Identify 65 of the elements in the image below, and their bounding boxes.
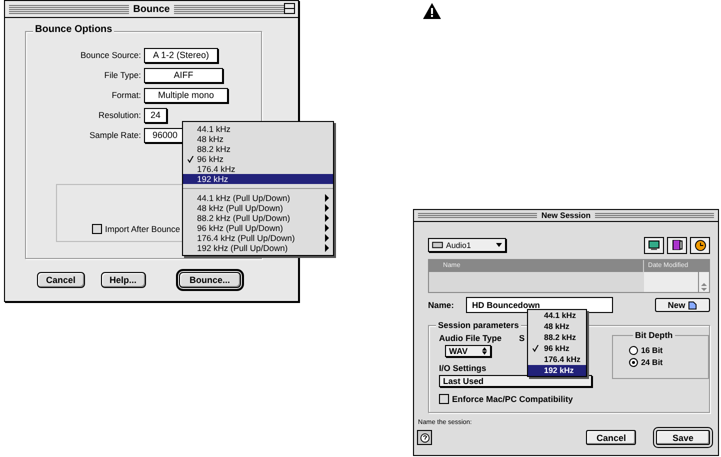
checkbox[interactable]: Enforce Mac/PC Compatibility [439, 394, 709, 404]
radio-label[interactable]: 24 Bit [640, 358, 663, 367]
popup-menu[interactable]: WAV [445, 345, 491, 357]
menu-item[interactable]: 44.1 kHz [528, 310, 586, 321]
group-title: Bounce Options [33, 24, 114, 35]
field-label: File Type: [103, 70, 142, 80]
menu-item[interactable]: 176.4 kHz [183, 164, 333, 174]
menu-item[interactable]: 96 kHz [183, 154, 333, 164]
field-label: Resolution: [97, 110, 142, 120]
group-title: Session parameters [436, 320, 521, 330]
popup-menu[interactable]: AIFF [144, 68, 223, 82]
check-icon [187, 156, 194, 163]
button[interactable]: Help... [100, 272, 146, 288]
field-label: Name: [428, 300, 455, 310]
help-icon[interactable] [417, 430, 432, 445]
field-label: Sample Rate: [88, 130, 142, 140]
radio-button[interactable] [628, 358, 638, 367]
button[interactable]: Cancel [37, 272, 85, 288]
menu-item[interactable]: 176.4 kHz (Pull Up/Down) [183, 233, 333, 243]
scroll-arrows-icon[interactable] [701, 282, 707, 292]
menu-item[interactable]: 192 kHz (Pull Up/Down) [183, 243, 333, 253]
clock-icon[interactable] [690, 236, 710, 254]
document-icon [688, 300, 698, 310]
drive-icon [432, 241, 443, 249]
field-label: I/O Settings [439, 363, 486, 373]
popup-menu[interactable]: 24 [144, 108, 167, 122]
warning-icon [423, 3, 441, 19]
menu-item[interactable]: 96 kHz [528, 343, 586, 354]
window-title: New Session [537, 211, 595, 220]
group-title: Bit Depth [632, 330, 675, 340]
check-icon [532, 345, 539, 352]
checkbox[interactable]: Import After Bounce [92, 224, 180, 234]
radio-label[interactable]: 16 Bit [640, 346, 663, 355]
menu-item[interactable]: 96 kHz (Pull Up/Down) [183, 223, 333, 233]
field-label: Audio File Type [439, 333, 503, 343]
stepper-arrows-icon [482, 347, 487, 355]
menu-item[interactable]: 88.2 kHz [183, 144, 333, 154]
popup-menu[interactable]: A 1-2 (Stereo) [144, 48, 218, 62]
menu-item[interactable]: 88.2 kHz [528, 332, 586, 343]
menu-item[interactable]: 48 kHz (Pull Up/Down) [183, 203, 333, 213]
field-label: Format: [110, 90, 142, 100]
button[interactable]: Cancel [586, 430, 636, 445]
field-label: S [519, 333, 525, 343]
default-button[interactable]: Bounce... [178, 272, 242, 288]
menu-item[interactable]: 192 kHz [528, 365, 586, 376]
scrollbar[interactable] [698, 272, 709, 292]
radio-button[interactable] [628, 346, 638, 355]
new-button[interactable]: New [655, 298, 710, 312]
menu-item[interactable]: 192 kHz [183, 174, 333, 184]
window-title: Bounce [129, 4, 174, 14]
menu-item[interactable]: 88.2 kHz (Pull Up/Down) [183, 213, 333, 223]
default-button[interactable]: Save [656, 430, 710, 445]
menu-item[interactable]: 176.4 kHz [528, 354, 586, 365]
name-field[interactable]: HD Bouncedown [466, 297, 613, 313]
menu-item[interactable]: 44.1 kHz [183, 124, 333, 134]
folder-popup[interactable]: Audio1 [428, 238, 506, 252]
menu-item[interactable]: 44.1 kHz (Pull Up/Down) [183, 193, 333, 203]
zoom-box-icon[interactable] [284, 3, 295, 14]
field-label: Bounce Source: [80, 50, 142, 60]
desktop-icon[interactable] [644, 236, 664, 254]
caret-icon [496, 243, 502, 247]
menu-item[interactable]: 48 kHz [528, 321, 586, 332]
book-icon[interactable] [667, 236, 687, 254]
menu-item[interactable]: 48 kHz [183, 134, 333, 144]
popup-menu[interactable]: Multiple mono [144, 88, 228, 102]
